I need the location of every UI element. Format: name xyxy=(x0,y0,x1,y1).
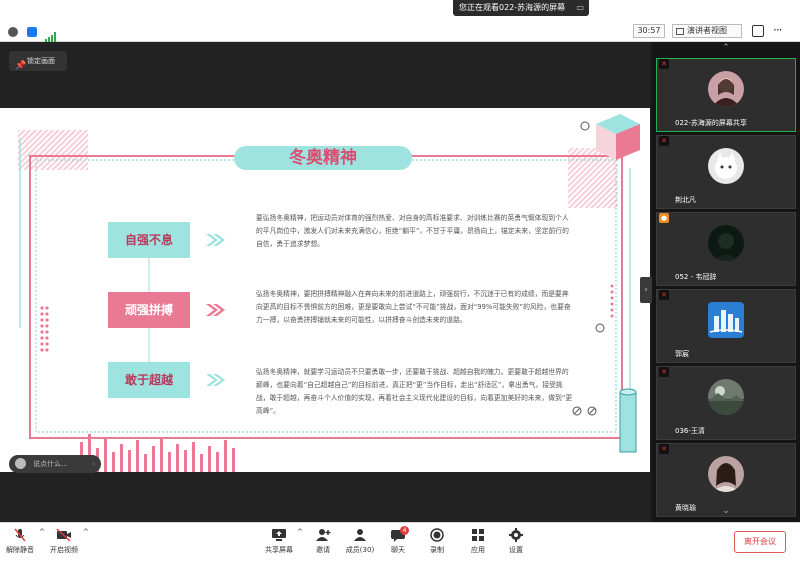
section-text-3: 弘扬冬奥精神，就要学习运动员不只要勇敢一步，还要敢于挑战、超越自我的魄力。更要敢… xyxy=(256,368,573,415)
participant-name: 052 - 韦冠辞 xyxy=(675,273,717,281)
banner-text: 您正在观看022-苏海源的屏幕 xyxy=(459,3,566,12)
mic-muted-icon: ✕ xyxy=(659,136,669,146)
participant-tile[interactable]: ✕ 荆北凡 xyxy=(656,135,796,209)
chat-label: 聊天 xyxy=(391,546,405,554)
section-label-3: 敢于超越 xyxy=(124,373,173,387)
section-text-1: 要弘扬冬奥精神，把运动员对体育的强烈热爱、对自身的高标准要求、对训练比赛的英勇气… xyxy=(256,214,569,248)
start-video-label: 开启视频 xyxy=(50,546,78,554)
collapse-sidebar-button[interactable]: › xyxy=(640,277,652,303)
start-video-button[interactable]: 开启视频 xyxy=(42,528,86,555)
participant-tile[interactable]: ✕ 036-王清 xyxy=(656,366,796,440)
participant-tile[interactable]: ● 052 - 韦冠辞 xyxy=(656,212,796,286)
section-label-2: 顽强拼搏 xyxy=(124,303,173,317)
unmute-button[interactable]: 解除静音 xyxy=(0,528,42,555)
mic-muted-icon: ✕ xyxy=(659,367,669,377)
chat-button[interactable]: 聊天 xyxy=(376,528,420,555)
chat-input[interactable]: 说点什么... ‹ xyxy=(9,455,101,473)
gear-icon xyxy=(509,528,523,542)
scroll-down-icon[interactable]: ⌄ xyxy=(652,506,800,518)
apps-icon xyxy=(472,529,484,541)
cat-avatar xyxy=(708,148,744,184)
chat-badge: 4 xyxy=(400,526,409,535)
participant-tile[interactable]: ✕ 022-苏海源的屏幕共享 xyxy=(656,58,796,132)
signal-icon[interactable] xyxy=(45,27,57,42)
screen-share-banner[interactable]: 您正在观看022-苏海源的屏幕 ▭ xyxy=(453,0,589,16)
lock-view-label: 锁定画面 xyxy=(27,57,55,65)
view-mode-dropdown[interactable]: 演讲者视图 xyxy=(672,24,742,38)
fullscreen-icon[interactable] xyxy=(752,25,764,37)
lock-view-button[interactable]: 📌 锁定画面 xyxy=(9,51,67,71)
more-icon[interactable]: ··· xyxy=(773,23,783,37)
slide-title: 冬奥精神 xyxy=(289,148,357,168)
settings-label: 设置 xyxy=(509,546,523,554)
members-icon xyxy=(354,529,366,541)
presentation-slide: 冬奥精神 自强不息 顽强拼搏 敢于超越 要弘扬冬奥精神，把运动员对体育的强烈热爱… xyxy=(0,108,650,472)
settings-button[interactable]: 设置 xyxy=(494,528,538,555)
unmute-label: 解除静音 xyxy=(6,546,34,554)
banner-close-icon[interactable]: ▭ xyxy=(576,0,584,16)
person-icon: ● xyxy=(659,213,669,223)
participant-name: 022-苏海源的屏幕共享 xyxy=(675,119,747,127)
leave-meeting-button[interactable]: 离开会议 xyxy=(734,531,786,553)
chevron-left-icon[interactable]: ‹ xyxy=(92,455,95,473)
record-label: 录制 xyxy=(430,546,444,554)
add-user-icon xyxy=(316,529,331,541)
share-screen-label: 共享屏幕 xyxy=(265,546,293,554)
mic-muted-icon: ✕ xyxy=(659,59,669,69)
record-button[interactable]: 录制 xyxy=(415,528,459,555)
scroll-up-icon[interactable]: ⌃ xyxy=(652,42,800,54)
landscape-avatar xyxy=(708,379,744,415)
participant-name: 036-王清 xyxy=(675,427,705,435)
section-text-2: 弘扬冬奥精神，要把拼搏精神融入在奔向未来的前进道路上，顽强前行，不沉迷于已有的成… xyxy=(256,290,571,324)
participant-tile[interactable]: ✕ 郭宸 xyxy=(656,289,796,363)
chat-placeholder: 说点什么... xyxy=(33,460,68,468)
record-icon xyxy=(430,528,444,542)
pin-icon: 📌 xyxy=(15,61,27,71)
chevron-up-icon[interactable]: ^ xyxy=(83,528,89,536)
grid-view-icon xyxy=(676,28,684,35)
shield-icon[interactable] xyxy=(27,27,37,37)
info-icon[interactable] xyxy=(8,27,18,37)
mic-muted-icon: ✕ xyxy=(659,444,669,454)
girl-avatar xyxy=(708,456,744,492)
camera-off-icon xyxy=(56,528,71,542)
share-screen-icon xyxy=(272,529,286,541)
city-avatar xyxy=(708,302,744,338)
mic-muted-icon: ✕ xyxy=(659,290,669,300)
emoji-icon[interactable] xyxy=(15,458,26,469)
mic-off-icon xyxy=(14,528,26,542)
view-mode-label: 演讲者视图 xyxy=(687,26,727,35)
share-screen-button[interactable]: 共享屏幕 xyxy=(257,528,301,555)
dark-avatar xyxy=(708,225,744,261)
participant-name: 郭宸 xyxy=(675,350,689,358)
section-label-1: 自强不息 xyxy=(124,233,173,247)
meeting-timer: 30:57 xyxy=(633,24,665,38)
woman-avatar xyxy=(708,71,744,107)
participant-name: 荆北凡 xyxy=(675,196,696,204)
